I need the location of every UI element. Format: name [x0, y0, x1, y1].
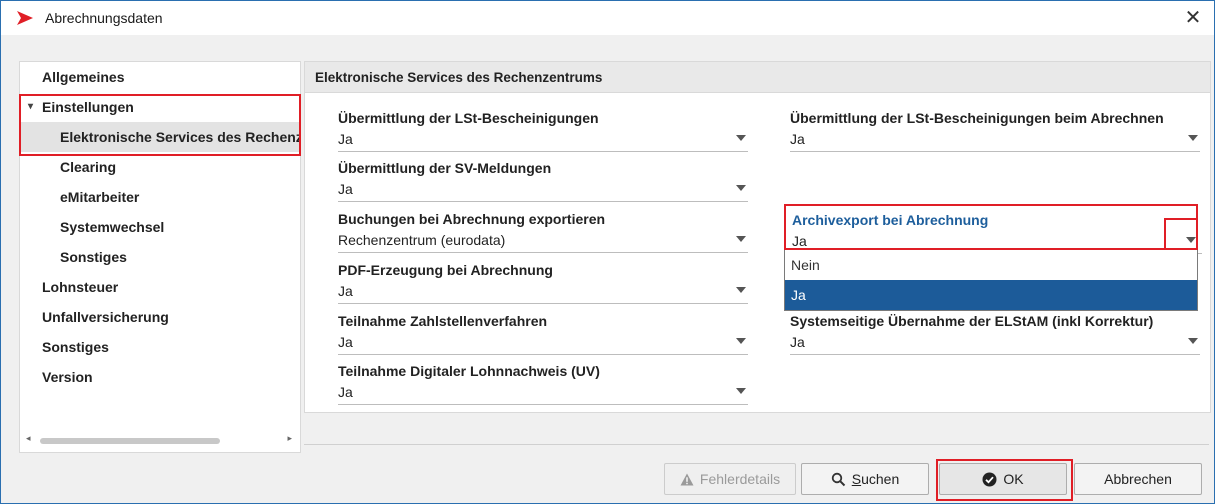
- field-sv-meldungen: Übermittlung der SV-Meldungen Ja: [338, 160, 748, 204]
- field-value: Ja: [338, 283, 353, 299]
- field-pdf-erzeugung: PDF-Erzeugung bei Abrechnung Ja: [338, 262, 748, 306]
- field-value: Ja: [338, 384, 353, 400]
- suchen-button[interactable]: Suchen: [801, 463, 929, 495]
- select-lst-bescheinigungen-abrechnen[interactable]: Ja: [790, 129, 1200, 152]
- tree-item-label: eMitarbeiter: [60, 189, 140, 205]
- title-bar: Abrechnungsdaten ✕: [1, 1, 1214, 35]
- tree-item-label: Version: [42, 369, 93, 385]
- tree-item-lohnsteuer[interactable]: Lohnsteuer: [20, 272, 300, 302]
- field-label: Archivexport bei Abrechnung: [792, 212, 989, 228]
- content-panel: Elektronische Services des Rechenzentrum…: [304, 61, 1211, 413]
- scroll-right-icon[interactable]: ▸: [287, 433, 292, 444]
- chevron-down-icon: [1188, 135, 1198, 141]
- tree-item-sonstiges[interactable]: Sonstiges: [20, 332, 300, 362]
- tree-item-emitarbeiter[interactable]: eMitarbeiter: [20, 182, 300, 212]
- tree-item-label: Einstellungen: [42, 99, 134, 115]
- suchen-mnemonic: S: [851, 471, 862, 487]
- tree-item-systemwechsel[interactable]: Systemwechsel: [20, 212, 300, 242]
- tree-item-label: Lohnsteuer: [42, 279, 119, 295]
- tree-item-version[interactable]: Version: [20, 362, 300, 392]
- tree-item-label: Systemwechsel: [60, 219, 165, 235]
- tree-item-clearing[interactable]: Clearing: [20, 152, 300, 182]
- chevron-down-icon: [736, 388, 746, 394]
- chevron-down-icon: [736, 185, 746, 191]
- field-label: Übermittlung der LSt-Bescheinigungen bei…: [790, 110, 1164, 126]
- field-value: Ja: [338, 131, 353, 147]
- chevron-down-icon[interactable]: [1186, 237, 1196, 243]
- field-value: Ja: [790, 334, 805, 350]
- field-elstam-uebernahme: Systemseitige Übernahme der ELStAM (inkl…: [790, 313, 1200, 357]
- tree-item-label: Clearing: [60, 159, 117, 175]
- field-lst-bescheinigungen: Übermittlung der LSt-Bescheinigungen Ja: [338, 110, 748, 154]
- select-sv-meldungen[interactable]: Ja: [338, 179, 748, 202]
- horizontal-scrollbar[interactable]: ◂ ▸: [22, 433, 298, 446]
- abbrechen-button[interactable]: Abbrechen: [1074, 463, 1202, 495]
- fehlerdetails-button[interactable]: Fehlerdetails: [664, 463, 796, 495]
- suchen-label: Suchen: [852, 471, 900, 487]
- chevron-down-icon: [736, 135, 746, 141]
- tree-item-unfallversicherung[interactable]: Unfallversicherung: [20, 302, 300, 332]
- field-label: Buchungen bei Abrechnung exportieren: [338, 211, 606, 227]
- field-value: Ja: [338, 181, 353, 197]
- select-buchungen-exportieren[interactable]: Rechenzentrum (eurodata): [338, 230, 748, 253]
- field-value: Ja: [338, 334, 353, 350]
- select-digitaler-lohnnachweis[interactable]: Ja: [338, 382, 748, 405]
- dialog-window: Abrechnungsdaten ✕ Allgemeines ▾ Einstel…: [0, 0, 1215, 504]
- tree-item-label: Allgemeines: [42, 69, 125, 85]
- tree-item-label: Sonstiges: [60, 249, 127, 265]
- check-circle-icon: [982, 472, 997, 487]
- chevron-down-icon: [736, 338, 746, 344]
- field-value: Ja: [792, 233, 807, 249]
- select-elstam-uebernahme[interactable]: Ja: [790, 332, 1200, 355]
- app-logo-icon: [15, 10, 35, 26]
- ok-label: OK: [1003, 471, 1024, 487]
- tree-item-einstellungen[interactable]: ▾ Einstellungen: [20, 92, 300, 122]
- chevron-down-icon: [1188, 338, 1198, 344]
- tree-item-label: Unfallversicherung: [42, 309, 169, 325]
- field-lst-bescheinigungen-abrechnen: Übermittlung der LSt-Bescheinigungen bei…: [790, 110, 1200, 154]
- select-lst-bescheinigungen[interactable]: Ja: [338, 129, 748, 152]
- tree-item-sonstiges-sub[interactable]: Sonstiges: [20, 242, 300, 272]
- field-label: Übermittlung der SV-Meldungen: [338, 160, 552, 176]
- content-header: Elektronische Services des Rechenzentrum…: [305, 62, 1210, 93]
- field-value: Rechenzentrum (eurodata): [338, 232, 506, 248]
- field-buchungen-exportieren: Buchungen bei Abrechnung exportieren Rec…: [338, 211, 748, 255]
- fehlerdetails-label: Fehlerdetails: [699, 471, 781, 487]
- field-label: PDF-Erzeugung bei Abrechnung: [338, 262, 553, 278]
- tree-item-allgemeines[interactable]: Allgemeines: [20, 62, 300, 92]
- field-value: Ja: [790, 131, 805, 147]
- ok-button[interactable]: OK: [939, 463, 1067, 495]
- chevron-down-icon: [736, 236, 746, 242]
- scroll-left-icon[interactable]: ◂: [26, 433, 31, 444]
- archivexport-dropdown-list: Nein Ja: [784, 249, 1198, 311]
- chevron-down-icon: [736, 287, 746, 293]
- tree-item-label: Sonstiges: [42, 339, 109, 355]
- field-label: Übermittlung der LSt-Bescheinigungen: [338, 110, 599, 126]
- tree-item-label: Elektronische Services des Rechenzentrum…: [60, 129, 300, 145]
- field-label: Systemseitige Übernahme der ELStAM (inkl…: [790, 313, 1154, 329]
- warning-icon: [680, 473, 694, 486]
- dropdown-option-ja[interactable]: Ja: [785, 280, 1197, 310]
- close-icon: ✕: [1184, 7, 1202, 29]
- search-icon: [831, 472, 846, 487]
- suchen-label-rest: uchen: [861, 471, 900, 487]
- close-button[interactable]: ✕: [1180, 5, 1206, 31]
- content-title: Elektronische Services des Rechenzentrum…: [315, 70, 603, 85]
- field-zahlstellenverfahren: Teilnahme Zahlstellenverfahren Ja: [338, 313, 748, 357]
- tree-item-elektronische-services[interactable]: Elektronische Services des Rechenzentrum…: [20, 122, 300, 152]
- footer-separator: [304, 444, 1209, 445]
- abbrechen-label: Abbrechen: [1104, 471, 1172, 487]
- field-label: Teilnahme Digitaler Lohnnachweis (UV): [338, 363, 600, 379]
- field-label: Teilnahme Zahlstellenverfahren: [338, 313, 548, 329]
- settings-tree: Allgemeines ▾ Einstellungen Elektronisch…: [19, 61, 301, 453]
- dropdown-option-nein[interactable]: Nein: [785, 250, 1197, 280]
- scrollbar-thumb[interactable]: [40, 438, 220, 444]
- select-zahlstellenverfahren[interactable]: Ja: [338, 332, 748, 355]
- field-digitaler-lohnnachweis: Teilnahme Digitaler Lohnnachweis (UV) Ja: [338, 363, 748, 407]
- select-pdf-erzeugung[interactable]: Ja: [338, 281, 748, 304]
- collapse-caret-icon[interactable]: ▾: [28, 92, 33, 122]
- window-title: Abrechnungsdaten: [45, 10, 163, 26]
